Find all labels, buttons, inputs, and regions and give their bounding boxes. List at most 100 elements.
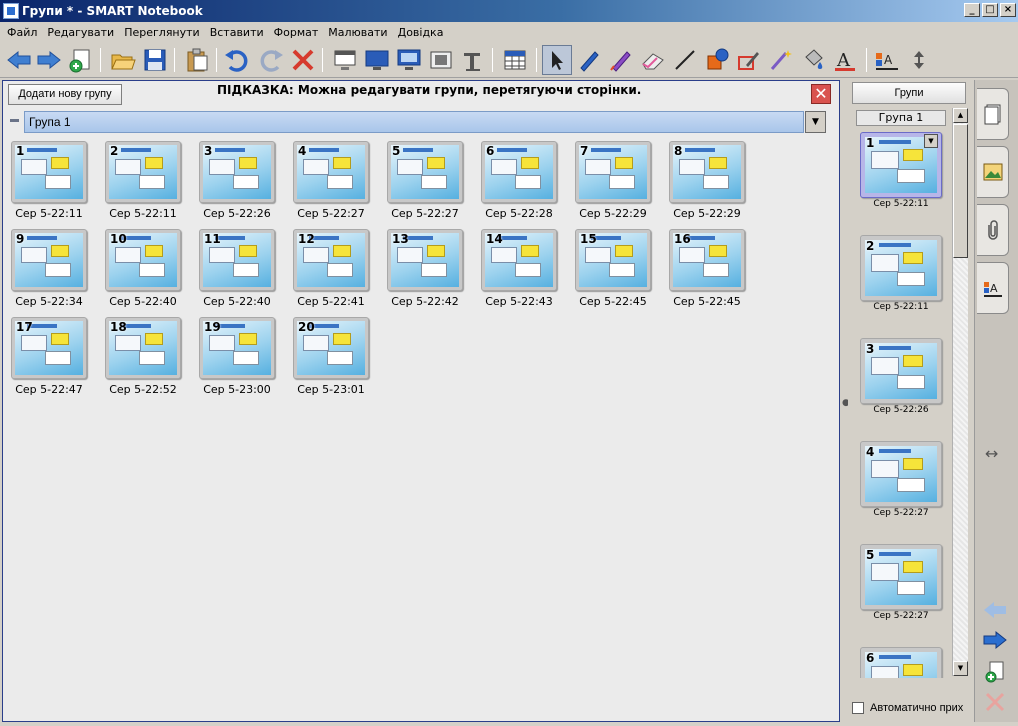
save-icon[interactable] [140, 45, 170, 75]
resize-horizontal-icon[interactable]: ↔ [985, 444, 998, 463]
page-thumbnail[interactable]: 9 Сер 5-22:34 [9, 229, 89, 308]
page-thumbnail[interactable]: 12 Сер 5-22:41 [291, 229, 371, 308]
redo-icon[interactable] [256, 45, 286, 75]
delete-icon[interactable] [288, 45, 318, 75]
thumbnail-frame: 2 [105, 141, 181, 203]
menu-insert[interactable]: Вставити [205, 26, 269, 39]
maximize-button[interactable]: □ [982, 3, 998, 17]
page-thumbnail[interactable]: 10 Сер 5-22:40 [103, 229, 183, 308]
sorter-page-thumbnail[interactable]: 1 ▼ Сер 5-22:11 [860, 132, 942, 209]
creative-pen-icon[interactable] [606, 45, 636, 75]
gallery-tab[interactable] [977, 146, 1009, 198]
minimize-button[interactable]: _ [964, 3, 980, 17]
page-thumbnail[interactable]: 18 Сер 5-22:52 [103, 317, 183, 396]
menu-view[interactable]: Переглянути [119, 26, 204, 39]
select-pointer-icon[interactable] [542, 45, 572, 75]
properties-icon[interactable]: A [872, 45, 902, 75]
menu-help[interactable]: Довідка [393, 26, 449, 39]
page-thumbnail[interactable]: 2 Сер 5-22:11 [103, 141, 183, 220]
page-thumbnail[interactable]: 4 Сер 5-22:27 [291, 141, 371, 220]
magic-pen-icon[interactable] [766, 45, 796, 75]
sorter-page-thumbnail[interactable]: 3 Сер 5-22:26 [860, 338, 942, 415]
add-page-side-icon[interactable] [981, 660, 1009, 684]
slide-preview: 3 [203, 145, 271, 199]
text-icon[interactable]: A [830, 45, 860, 75]
full-screen-icon[interactable] [362, 45, 392, 75]
add-page-icon[interactable] [66, 45, 96, 75]
page-thumbnail[interactable]: 8 Сер 5-22:29 [667, 141, 747, 220]
page-thumbnail[interactable]: 11 Сер 5-22:40 [197, 229, 277, 308]
sorter-page-thumbnail[interactable]: 5 Сер 5-22:27 [860, 544, 942, 621]
pen-icon[interactable] [574, 45, 604, 75]
attachments-tab[interactable] [977, 204, 1009, 256]
page-sorter-tab[interactable] [977, 88, 1009, 140]
table-icon[interactable] [500, 45, 530, 75]
undo-icon[interactable] [222, 45, 252, 75]
slide-preview: 16 [673, 233, 741, 287]
page-number: 20 [298, 321, 315, 334]
page-thumbnail[interactable]: 20 Сер 5-23:01 [291, 317, 371, 396]
page-thumbnail[interactable]: 5 Сер 5-22:27 [385, 141, 465, 220]
move-toolbar-icon[interactable] [904, 45, 934, 75]
menu-format[interactable]: Формат [269, 26, 324, 39]
line-icon[interactable] [670, 45, 700, 75]
thumbnail-frame: 13 [387, 229, 463, 291]
menu-edit[interactable]: Редагувати [42, 26, 119, 39]
menu-draw[interactable]: Малювати [323, 26, 392, 39]
page-thumbnail[interactable]: 13 Сер 5-22:42 [385, 229, 465, 308]
paste-icon[interactable] [182, 45, 212, 75]
svg-text:A: A [990, 282, 998, 295]
menu-file[interactable]: Файл [2, 26, 42, 39]
groups-button[interactable]: Групи [852, 82, 966, 104]
group-menu-dropdown[interactable]: ▼ [805, 111, 826, 133]
dual-display-icon[interactable] [394, 45, 424, 75]
sorter-group-label[interactable]: Група 1 [856, 110, 946, 126]
page-thumbnail[interactable]: 1 Сер 5-22:11 [9, 141, 89, 220]
sorter-scrollbar[interactable]: ▲ ▼ [952, 108, 968, 676]
screen-shade-icon[interactable] [330, 45, 360, 75]
sorter-thumbnail-frame: 4 [860, 441, 942, 507]
page-number: 9 [16, 233, 25, 246]
previous-page-icon[interactable] [981, 598, 1009, 622]
slide-preview: 2 [109, 145, 177, 199]
properties-tab[interactable]: A [977, 262, 1009, 314]
delete-page-icon[interactable] [981, 690, 1009, 714]
page-thumbnail[interactable]: 14 Сер 5-22:43 [479, 229, 559, 308]
scroll-thumb[interactable] [953, 124, 968, 258]
page-thumbnail[interactable]: 17 Сер 5-22:47 [9, 317, 89, 396]
sorter-page-thumbnail[interactable]: 6 [860, 647, 942, 678]
shapes-icon[interactable] [702, 45, 732, 75]
collapse-group-icon[interactable] [10, 119, 19, 122]
back-arrow-icon[interactable] [4, 45, 34, 75]
capture-icon[interactable] [426, 45, 456, 75]
page-thumbnail[interactable]: 16 Сер 5-22:45 [667, 229, 747, 308]
page-thumbnail[interactable]: 15 Сер 5-22:45 [573, 229, 653, 308]
add-group-button[interactable]: Додати нову групу [8, 84, 122, 105]
eraser-icon[interactable] [638, 45, 668, 75]
close-window-button[interactable]: × [1000, 3, 1016, 17]
page-timestamp: Сер 5-23:00 [203, 383, 271, 396]
page-thumbnail[interactable]: 6 Сер 5-22:28 [479, 141, 559, 220]
forward-arrow-icon[interactable] [34, 45, 64, 75]
panel-splitter[interactable]: ● [840, 80, 850, 722]
document-camera-icon[interactable] [458, 45, 488, 75]
autohide-option[interactable]: Автоматично прих [852, 702, 963, 714]
close-group-editor-button[interactable]: ✕ [811, 84, 831, 104]
next-page-icon[interactable] [981, 628, 1009, 652]
sorter-slide-preview: 5 [865, 549, 937, 605]
fill-icon[interactable] [798, 45, 828, 75]
scroll-down-button[interactable]: ▼ [953, 661, 968, 676]
page-menu-dropdown[interactable]: ▼ [924, 134, 938, 148]
group-name-field[interactable]: Група 1 [24, 111, 804, 133]
sorter-page-thumbnail[interactable]: 2 Сер 5-22:11 [860, 235, 942, 312]
page-timestamp: Сер 5-22:27 [297, 207, 365, 220]
page-thumbnail[interactable]: 3 Сер 5-22:26 [197, 141, 277, 220]
shape-pen-icon[interactable] [734, 45, 764, 75]
autohide-checkbox[interactable] [852, 702, 864, 714]
page-thumbnail[interactable]: 19 Сер 5-23:00 [197, 317, 277, 396]
open-folder-icon[interactable] [108, 45, 138, 75]
page-thumbnail[interactable]: 7 Сер 5-22:29 [573, 141, 653, 220]
sorter-page-thumbnail[interactable]: 4 Сер 5-22:27 [860, 441, 942, 518]
page-sorter-list: Група 1 1 ▼ Сер 5-22:11 2 Сер 5-22:11 3 Сер 5-… [852, 108, 952, 678]
scroll-up-button[interactable]: ▲ [953, 108, 968, 123]
